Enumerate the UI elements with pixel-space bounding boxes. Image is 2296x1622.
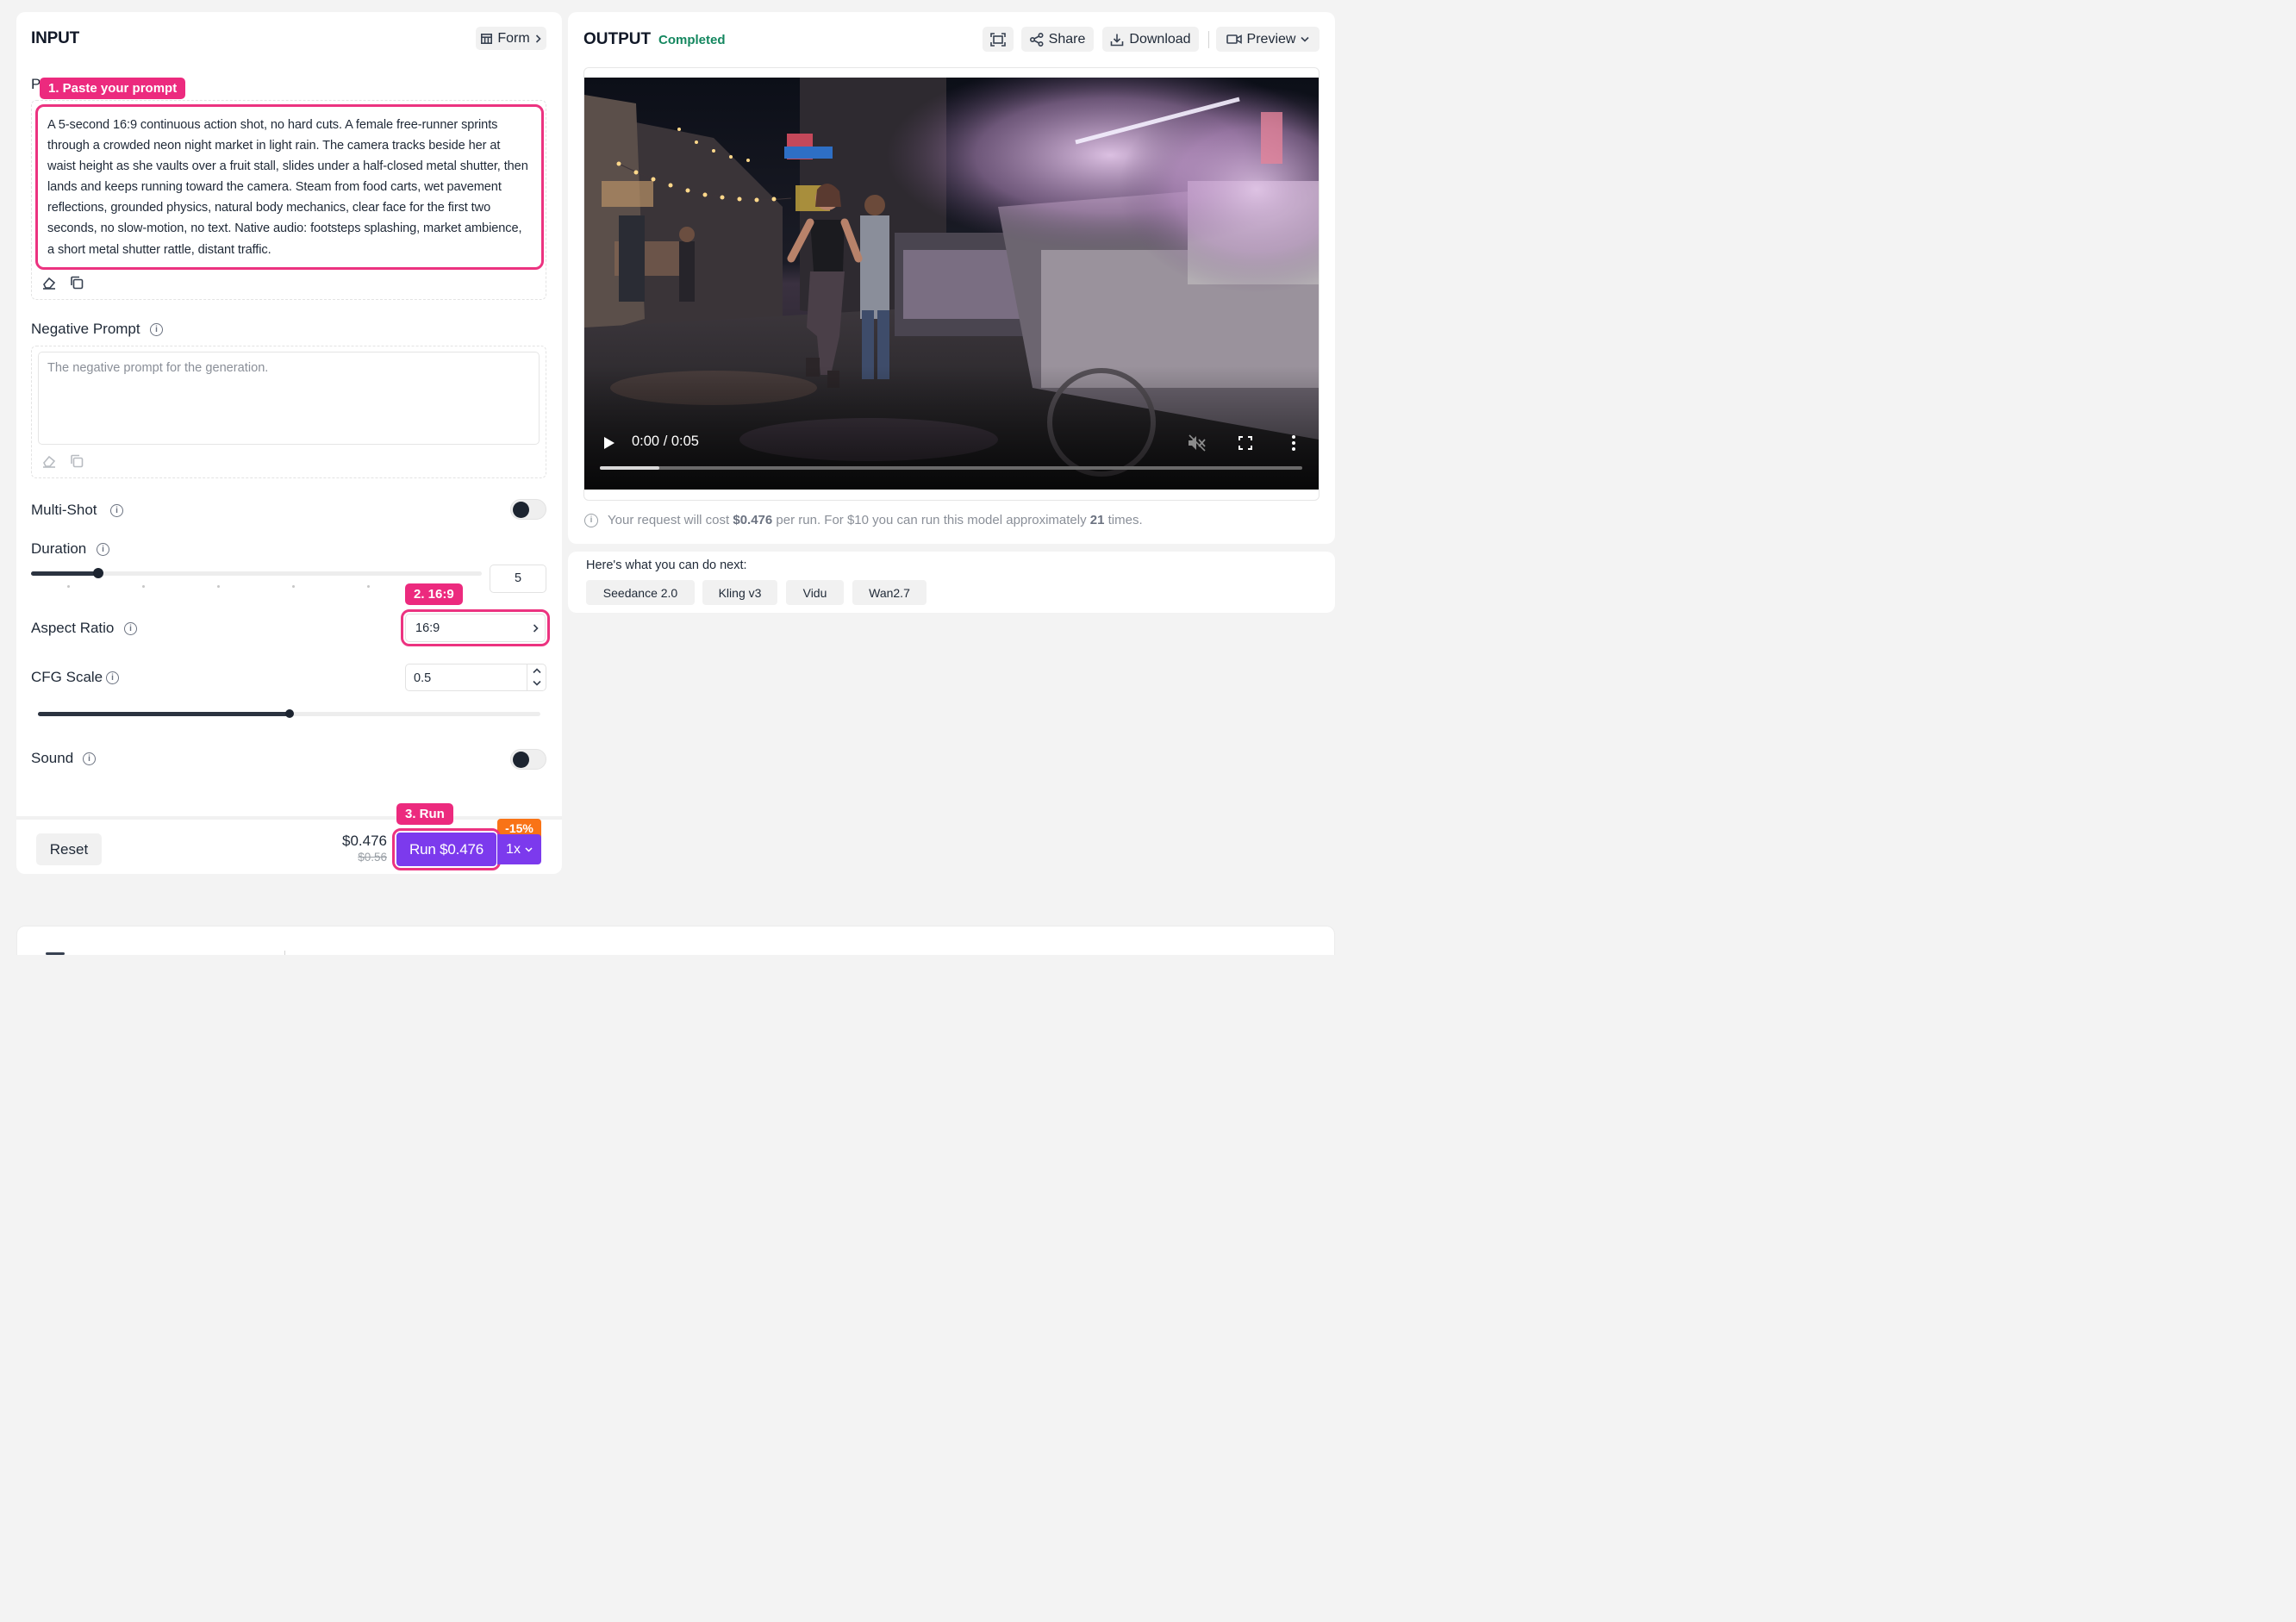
chevron-right-icon <box>533 624 539 633</box>
model-chip-seedance[interactable]: Seedance 2.0 <box>586 580 695 605</box>
multi-shot-toggle[interactable] <box>510 499 546 520</box>
form-view-button[interactable]: Form <box>476 27 546 50</box>
step1-annotation: 1. Paste your prompt <box>40 78 186 99</box>
run-button[interactable]: Run $0.476 <box>396 833 496 866</box>
cfg-scale-info-icon: i <box>106 671 119 684</box>
bottom-panel-divider <box>284 951 285 955</box>
multiplier-button[interactable]: 1x <box>497 834 541 864</box>
duration-slider-fill <box>31 571 99 576</box>
prompt-highlight <box>35 104 544 270</box>
chevron-up-icon[interactable] <box>533 668 541 674</box>
duration-tick <box>142 585 145 588</box>
toggle-knob <box>513 502 529 518</box>
eraser-icon[interactable] <box>41 276 57 290</box>
model-chip-vidu[interactable]: Vidu <box>786 580 844 605</box>
preview-label: Preview <box>1246 31 1296 47</box>
step3-annotation: 3. Run <box>396 803 453 825</box>
cost-suffix: times. <box>1107 513 1143 527</box>
cfg-scale-label: CFG Scale <box>31 669 103 685</box>
model-chip-wan[interactable]: Wan2.7 <box>852 580 927 605</box>
sound-label: Sound <box>31 750 74 766</box>
cfg-scale-value: 0.5 <box>414 671 432 685</box>
next-steps-panel: Here's what you can do next: Seedance 2.… <box>568 552 1335 613</box>
footer-divider <box>16 816 562 820</box>
reset-button[interactable]: Reset <box>36 833 102 865</box>
negative-prompt-info-icon: i <box>150 323 163 336</box>
duration-info-icon: i <box>97 543 109 556</box>
step2-annotation: 2. 16:9 <box>405 583 463 605</box>
duration-input[interactable]: 5 <box>490 565 546 593</box>
cost-text: Your request will cost $0.476 per run. F… <box>608 513 1143 527</box>
video-progress-buffered <box>600 466 660 470</box>
video-progress-track[interactable] <box>600 466 1302 470</box>
video-camera-icon <box>1226 34 1242 44</box>
table-icon <box>481 33 493 44</box>
share-label: Share <box>1048 31 1086 47</box>
cfg-slider-fill <box>38 712 290 716</box>
multi-shot-info-icon: i <box>110 504 123 517</box>
duration-tick <box>217 585 220 588</box>
old-price: $0.56 <box>358 851 387 864</box>
aspect-ratio-info-icon: i <box>124 622 137 635</box>
output-panel: OUTPUT Completed Share Download Preview <box>568 12 1335 544</box>
fullscreen-icon[interactable] <box>1238 436 1252 450</box>
cost-mid: per run. For $10 you can run this model … <box>776 513 1087 527</box>
input-panel: INPUT Form P i A 5-second 16:9 continuou… <box>16 12 562 874</box>
copy-icon[interactable] <box>69 453 84 469</box>
share-button[interactable]: Share <box>1021 27 1094 52</box>
mute-icon[interactable] <box>1188 434 1207 452</box>
aspect-ratio-label: Aspect Ratio <box>31 620 115 636</box>
duration-slider-thumb[interactable] <box>93 568 104 578</box>
share-icon <box>1029 32 1044 47</box>
chevron-down-icon[interactable] <box>533 680 541 686</box>
sound-info-icon: i <box>83 752 96 765</box>
next-steps-title: Here's what you can do next: <box>586 558 747 572</box>
cost-info-icon: i <box>584 514 598 527</box>
cost-value: $0.476 <box>733 513 773 527</box>
negative-prompt-placeholder: The negative prompt for the generation. <box>47 361 269 375</box>
more-options-icon[interactable] <box>1291 434 1296 452</box>
video-player[interactable]: 0:00 / 0:05 <box>584 78 1319 490</box>
duration-tick <box>292 585 295 588</box>
negative-prompt-label: Negative Prompt <box>31 321 140 337</box>
cfg-scale-input[interactable]: 0.5 <box>405 664 546 691</box>
chevron-down-icon <box>1301 36 1310 42</box>
input-title: INPUT <box>31 29 80 47</box>
preview-dropdown[interactable]: Preview <box>1216 27 1320 52</box>
copy-icon[interactable] <box>69 275 84 290</box>
form-view-label: Form <box>497 30 530 46</box>
eraser-icon[interactable] <box>41 454 57 468</box>
bottom-panel <box>16 926 1335 955</box>
aspect-ratio-value: 16:9 <box>415 621 440 635</box>
duration-label: Duration <box>31 540 87 557</box>
download-label: Download <box>1129 31 1191 47</box>
cfg-slider-thumb[interactable] <box>284 709 294 718</box>
toolbar-divider <box>1208 31 1209 48</box>
chevron-right-icon <box>535 34 541 43</box>
duration-tick <box>67 585 70 588</box>
multi-shot-label: Multi-Shot <box>31 502 97 518</box>
download-icon <box>1111 34 1124 46</box>
price: $0.476 <box>342 833 387 849</box>
output-title: OUTPUT <box>583 30 652 48</box>
model-chip-kling[interactable]: Kling v3 <box>702 580 777 605</box>
download-button[interactable]: Download <box>1102 27 1199 52</box>
fullscreen-button[interactable] <box>983 27 1014 52</box>
status-badge: Completed <box>658 33 726 47</box>
chevron-down-icon <box>525 846 533 852</box>
cost-prefix: Your request will cost <box>608 513 730 527</box>
video-time: 0:00 / 0:05 <box>632 434 699 449</box>
multiplier-label: 1x <box>506 841 521 857</box>
video-frame-image <box>584 78 1319 490</box>
play-icon[interactable] <box>603 436 615 450</box>
duration-tick <box>367 585 370 588</box>
sound-toggle[interactable] <box>510 749 546 770</box>
bottom-panel-icon <box>46 952 65 955</box>
aspect-ratio-select[interactable]: 16:9 <box>405 614 546 642</box>
toggle-knob <box>513 752 529 768</box>
cost-runs: 21 <box>1089 513 1105 527</box>
expand-frame-icon <box>990 32 1006 47</box>
